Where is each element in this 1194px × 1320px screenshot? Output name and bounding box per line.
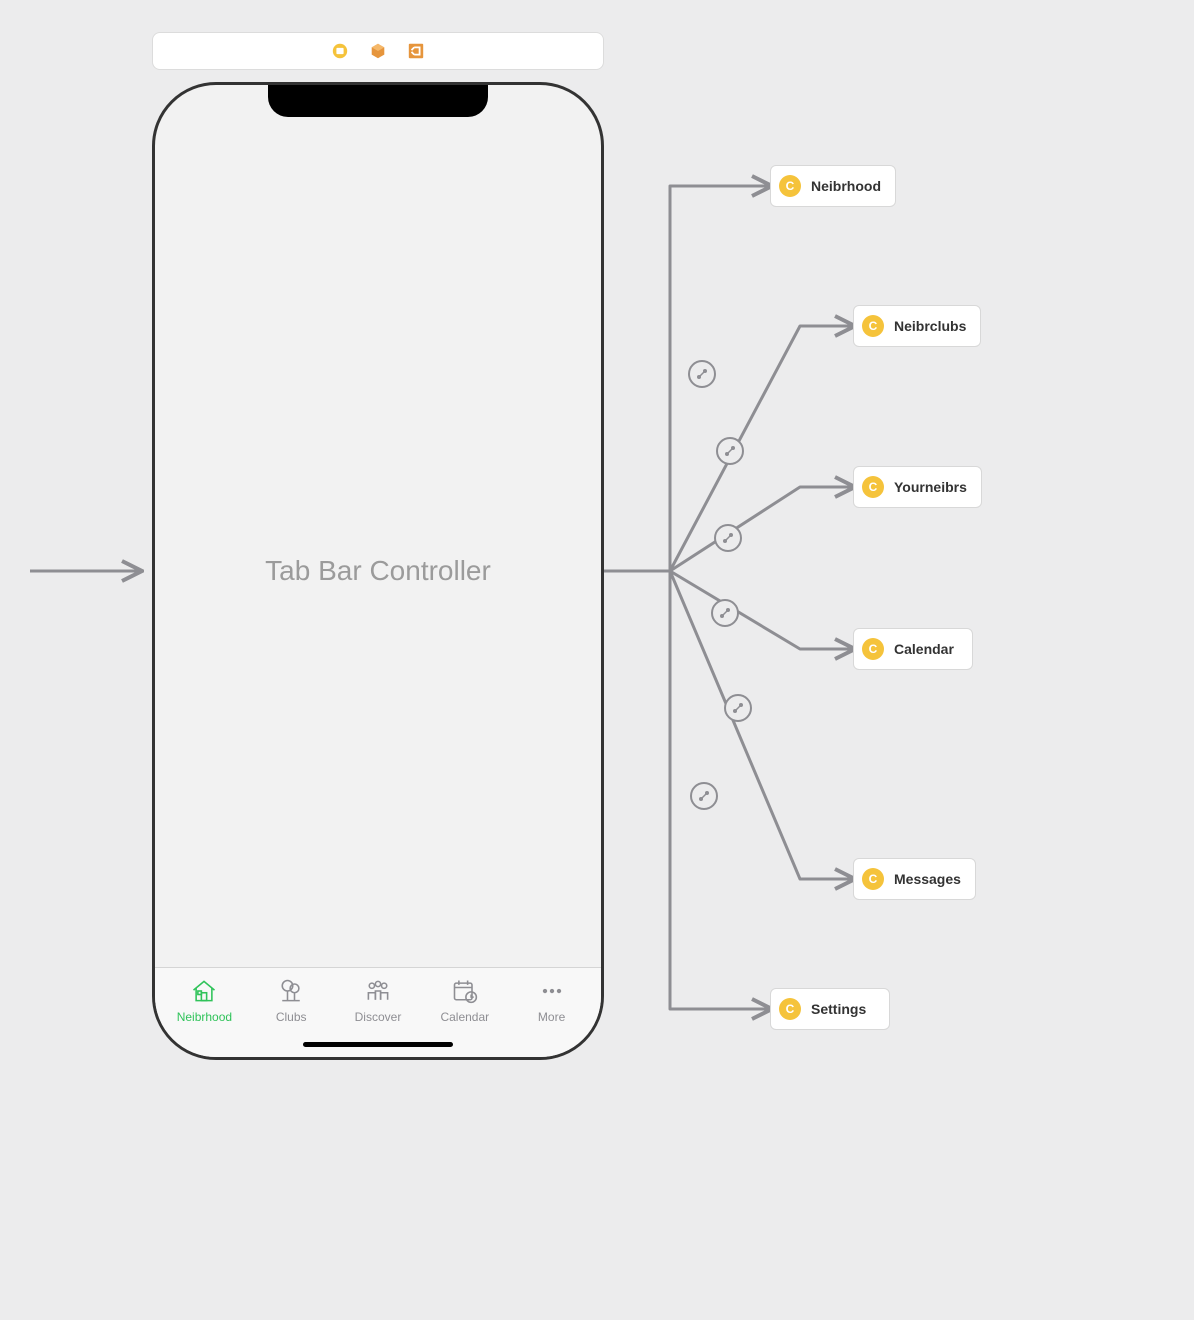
- viewcontroller-icon: C: [779, 998, 801, 1020]
- dest-label: Messages: [894, 871, 961, 887]
- segue-relationship-icon[interactable]: [690, 782, 718, 810]
- home-indicator: [303, 1042, 453, 1047]
- viewcontroller-icon: C: [862, 315, 884, 337]
- dest-neibrhood[interactable]: C Neibrhood: [770, 165, 896, 207]
- dest-label: Neibrhood: [811, 178, 881, 194]
- calendar-icon: [451, 976, 479, 1006]
- tab-bar-controller-scene[interactable]: Tab Bar Controller Neibrhood Clubs: [152, 82, 604, 1060]
- house-icon: [190, 976, 218, 1006]
- dest-messages[interactable]: C Messages: [853, 858, 976, 900]
- tab-label: More: [538, 1010, 565, 1024]
- dest-settings[interactable]: C Settings: [770, 988, 890, 1030]
- viewcontroller-icon: C: [862, 638, 884, 660]
- tree-icon: [277, 976, 305, 1006]
- viewcontroller-icon: C: [779, 175, 801, 197]
- more-icon: [538, 976, 566, 1006]
- dest-label: Calendar: [894, 641, 954, 657]
- scene-title: Tab Bar Controller: [155, 85, 601, 1057]
- segue-relationship-icon[interactable]: [716, 437, 744, 465]
- tab-more[interactable]: More: [508, 976, 595, 1024]
- tab-neibrhood[interactable]: Neibrhood: [161, 976, 248, 1024]
- dest-label: Settings: [811, 1001, 866, 1017]
- tab-label: Clubs: [276, 1010, 307, 1024]
- tab-clubs[interactable]: Clubs: [248, 976, 335, 1024]
- dest-calendar[interactable]: C Calendar: [853, 628, 973, 670]
- segue-relationship-icon[interactable]: [724, 694, 752, 722]
- segue-relationship-icon[interactable]: [688, 360, 716, 388]
- viewcontroller-icon: C: [862, 868, 884, 890]
- dest-yourneibrs[interactable]: C Yourneibrs: [853, 466, 982, 508]
- tab-calendar[interactable]: Calendar: [421, 976, 508, 1024]
- scene-toolbar: [152, 32, 604, 70]
- tab-discover[interactable]: Discover: [335, 976, 422, 1024]
- object-library-icon[interactable]: [369, 42, 387, 60]
- tab-label: Calendar: [440, 1010, 489, 1024]
- dest-label: Neibrclubs: [894, 318, 966, 334]
- people-icon: [364, 976, 392, 1006]
- tab-label: Neibrhood: [177, 1010, 232, 1024]
- segue-relationship-icon[interactable]: [714, 524, 742, 552]
- viewcontroller-icon: C: [862, 476, 884, 498]
- dest-neibrclubs[interactable]: C Neibrclubs: [853, 305, 981, 347]
- segue-relationship-icon[interactable]: [711, 599, 739, 627]
- embed-in-icon[interactable]: [407, 42, 425, 60]
- tab-label: Discover: [355, 1010, 402, 1024]
- dest-label: Yourneibrs: [894, 479, 967, 495]
- entry-point-icon[interactable]: [331, 42, 349, 60]
